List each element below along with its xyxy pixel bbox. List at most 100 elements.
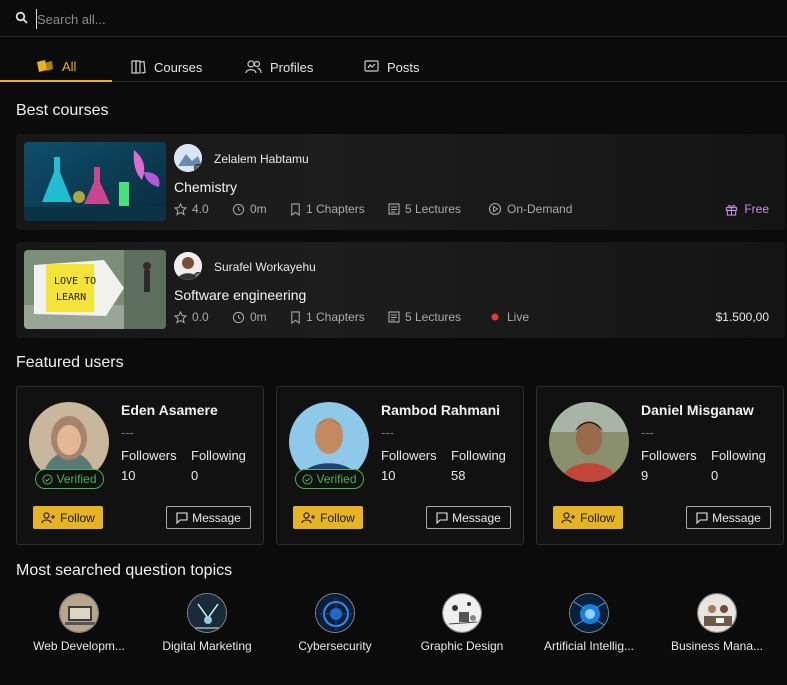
verified-icon xyxy=(42,473,54,485)
topic-graphic-design[interactable]: Graphic Design xyxy=(400,593,524,653)
course-thumbnail: LOVE TO LEARN xyxy=(24,250,166,329)
tab-label: Profiles xyxy=(270,59,314,75)
tab-label: Courses xyxy=(154,59,203,75)
followers-count: 10 xyxy=(121,468,136,483)
topic-label: Artificial Intellig... xyxy=(543,639,635,653)
author-avatar[interactable] xyxy=(174,144,202,172)
tab-profiles[interactable]: Profiles xyxy=(245,52,313,82)
following-label: Following xyxy=(451,448,506,463)
live-dot-icon xyxy=(491,313,499,321)
topic-web-development[interactable]: Web Developm... xyxy=(17,593,141,653)
course-card[interactable]: Zelalem Habtamu Chemistry 4.0 0m 1 Chapt… xyxy=(16,134,785,230)
tab-all[interactable]: All xyxy=(0,52,112,82)
clock-icon xyxy=(232,203,245,215)
verified-badge: Verified xyxy=(35,469,104,489)
star-icon xyxy=(174,202,187,216)
course-rating: 4.0 xyxy=(174,202,209,216)
following-count: 0 xyxy=(711,468,719,483)
user-card: Verified Rambod Rahmani --- Followers 10… xyxy=(276,386,524,545)
author-name[interactable]: Surafel Workayehu xyxy=(214,260,316,274)
users-icon xyxy=(245,60,262,74)
topic-label: Cybersecurity xyxy=(298,639,372,653)
author-avatar[interactable] xyxy=(174,252,202,280)
course-title[interactable]: Chemistry xyxy=(174,179,237,195)
lectures-icon xyxy=(388,203,400,215)
topic-label: Web Developm... xyxy=(33,639,125,653)
status-dot xyxy=(194,164,202,172)
author-name[interactable]: Zelalem Habtamu xyxy=(214,152,309,166)
star-icon xyxy=(174,310,187,324)
bookmark-icon xyxy=(291,310,300,324)
course-title[interactable]: Software engineering xyxy=(174,287,306,303)
followers-label: Followers xyxy=(641,448,697,463)
following-count: 58 xyxy=(451,468,466,483)
all-icon xyxy=(37,60,53,72)
status-dot xyxy=(194,272,202,280)
tab-label: All xyxy=(62,58,77,74)
tab-posts[interactable]: Posts xyxy=(364,52,420,82)
course-duration: 0m xyxy=(232,202,267,216)
user-plus-icon xyxy=(561,511,576,523)
topics-heading: Most searched question topics xyxy=(16,562,233,579)
bookmark-icon xyxy=(291,202,300,216)
svg-text:LEARN: LEARN xyxy=(56,292,86,303)
gift-icon xyxy=(726,204,738,216)
course-lectures: 5 Lectures xyxy=(388,202,461,216)
course-duration: 0m xyxy=(232,310,267,324)
search-icon xyxy=(15,11,28,24)
course-mode: On-Demand xyxy=(488,202,572,216)
book-icon xyxy=(131,60,146,74)
course-lectures: 5 Lectures xyxy=(388,310,461,324)
tab-label: Posts xyxy=(387,59,420,75)
verified-badge: Verified xyxy=(295,469,364,489)
avatar[interactable] xyxy=(549,402,629,482)
course-thumbnail xyxy=(24,142,166,221)
topic-label: Digital Marketing xyxy=(162,639,252,653)
course-mode: Live xyxy=(490,310,529,324)
topic-cybersecurity[interactable]: Cybersecurity xyxy=(273,593,397,653)
tab-bar: All Courses Profiles Posts xyxy=(0,52,787,82)
topic-image xyxy=(187,593,227,633)
user-bio: --- xyxy=(641,425,654,440)
user-card: Daniel Misganaw --- Followers 9 Followin… xyxy=(536,386,784,545)
message-button[interactable]: Message xyxy=(426,506,511,529)
user-bio: --- xyxy=(381,425,394,440)
followers-label: Followers xyxy=(121,448,177,463)
follow-button[interactable]: Follow xyxy=(553,506,623,529)
user-plus-icon xyxy=(301,511,316,523)
topic-artificial-intelligence[interactable]: Artificial Intellig... xyxy=(527,593,651,653)
topic-image xyxy=(442,593,482,633)
lectures-icon xyxy=(388,311,400,323)
user-name[interactable]: Rambod Rahmani xyxy=(381,402,500,418)
following-count: 0 xyxy=(191,468,199,483)
following-label: Following xyxy=(191,448,246,463)
user-name[interactable]: Daniel Misganaw xyxy=(641,402,754,418)
following-label: Following xyxy=(711,448,766,463)
search-input[interactable] xyxy=(36,9,736,29)
message-icon xyxy=(176,511,188,524)
topic-image xyxy=(697,593,737,633)
user-name[interactable]: Eden Asamere xyxy=(121,402,218,418)
course-price: $1.500,00 xyxy=(715,310,769,324)
topic-label: Graphic Design xyxy=(420,639,504,653)
message-button[interactable]: Message xyxy=(166,506,251,529)
topic-image xyxy=(315,593,355,633)
course-card[interactable]: LOVE TO LEARN Surafel Workayehu Software… xyxy=(16,242,785,338)
topic-business-management[interactable]: Business Mana... xyxy=(655,593,779,653)
featured-users-heading: Featured users xyxy=(16,354,124,371)
user-bio: --- xyxy=(121,425,134,440)
topic-digital-marketing[interactable]: Digital Marketing xyxy=(145,593,269,653)
tab-courses[interactable]: Courses xyxy=(131,52,202,82)
follow-button[interactable]: Follow xyxy=(33,506,103,529)
followers-count: 9 xyxy=(641,468,649,483)
topic-image xyxy=(59,593,99,633)
message-icon xyxy=(696,511,708,524)
topic-image xyxy=(569,593,609,633)
verified-icon xyxy=(302,473,314,485)
topic-label: Business Mana... xyxy=(670,639,764,653)
message-button[interactable]: Message xyxy=(686,506,771,529)
followers-count: 10 xyxy=(381,468,396,483)
search-bar xyxy=(0,0,787,37)
follow-button[interactable]: Follow xyxy=(293,506,363,529)
play-circle-icon xyxy=(488,202,502,216)
